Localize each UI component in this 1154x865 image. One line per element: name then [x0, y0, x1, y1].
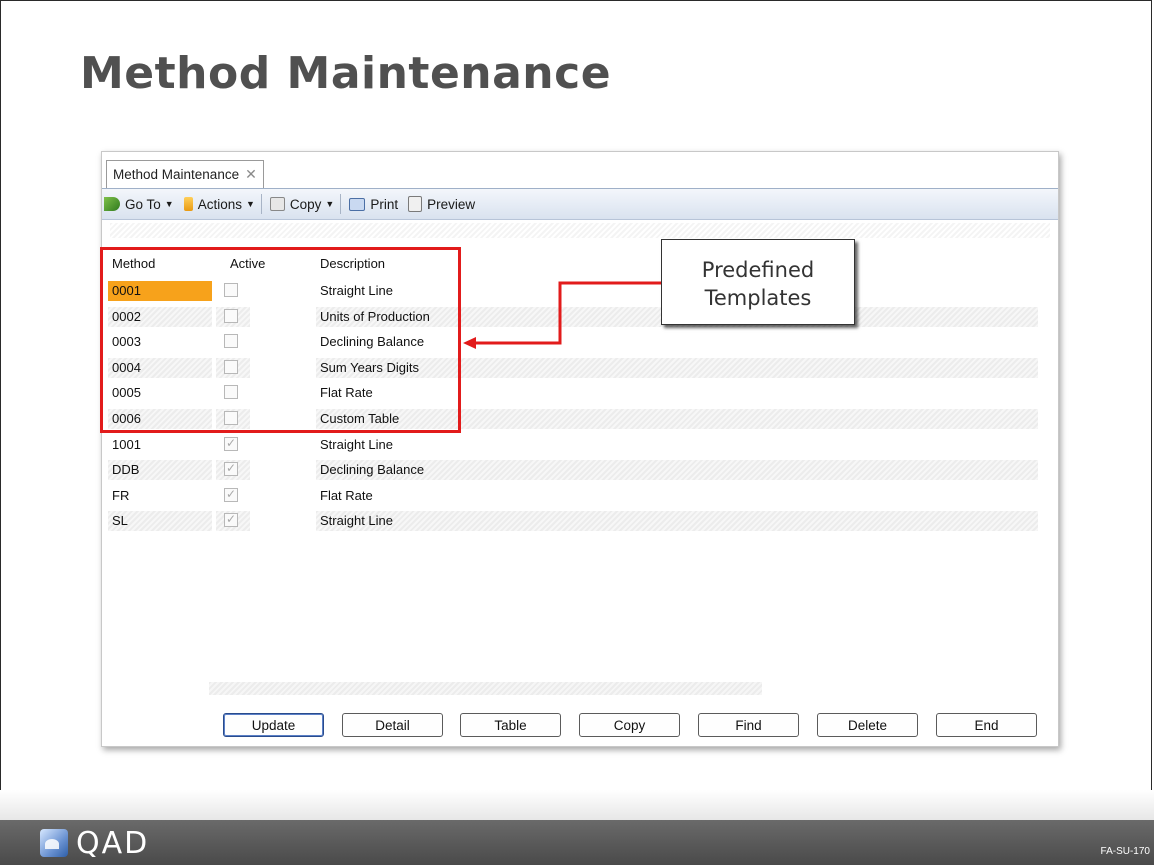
- description-cell[interactable]: Straight Line: [316, 435, 1038, 455]
- qad-logo-icon: [40, 829, 68, 857]
- tab-label: Method Maintenance: [113, 167, 240, 182]
- copy-button[interactable]: Copy: [579, 713, 680, 737]
- end-button[interactable]: End: [936, 713, 1037, 737]
- find-button[interactable]: Find: [698, 713, 799, 737]
- active-checkbox[interactable]: [224, 308, 238, 323]
- update-button[interactable]: Update: [223, 713, 324, 737]
- description-cell[interactable]: Declining Balance: [316, 460, 1038, 481]
- toolbar-separator: [260, 194, 262, 214]
- active-checkbox[interactable]: [224, 436, 238, 451]
- button-bar: Update Detail Table Copy Find Delete End: [102, 713, 1058, 737]
- filter-strip: [110, 223, 1050, 238]
- actions-menu[interactable]: Actions ▼: [183, 196, 255, 212]
- grid-header: Method Active Description: [104, 256, 1042, 278]
- active-checkbox[interactable]: [224, 359, 238, 374]
- method-cell[interactable]: SL: [108, 511, 212, 532]
- description-cell[interactable]: Custom Table: [316, 408, 1038, 429]
- callout-line-2: Templates: [704, 286, 812, 310]
- table-row[interactable]: 0003 Declining Balance: [104, 329, 1042, 355]
- detail-button[interactable]: Detail: [342, 713, 443, 737]
- copy-label: Copy: [289, 196, 322, 212]
- preview-icon: [408, 196, 423, 212]
- method-cell[interactable]: 1001: [108, 435, 212, 455]
- preview-button[interactable]: Preview: [408, 196, 475, 212]
- method-cell[interactable]: 0002: [108, 306, 212, 327]
- delete-button[interactable]: Delete: [817, 713, 918, 737]
- table-row[interactable]: FR Flat Rate: [104, 483, 1042, 509]
- actions-label: Actions: [197, 196, 242, 212]
- method-cell[interactable]: 0005: [108, 383, 212, 403]
- description-cell[interactable]: Flat Rate: [316, 486, 1038, 506]
- table-row[interactable]: 0001 Straight Line: [104, 278, 1042, 304]
- method-cell[interactable]: 0003: [108, 332, 212, 352]
- method-cell[interactable]: 0006: [108, 408, 212, 429]
- callout-box: Predefined Templates: [661, 239, 855, 325]
- table-row[interactable]: 1001 Straight Line: [104, 432, 1042, 458]
- slide-code: FA-SU-170: [1100, 846, 1150, 857]
- qad-logo: QAD: [40, 825, 150, 861]
- print-label: Print: [370, 196, 399, 212]
- preview-label: Preview: [427, 196, 476, 212]
- active-checkbox[interactable]: [224, 283, 238, 297]
- goto-menu[interactable]: Go To ▼: [104, 197, 174, 212]
- lightning-icon: [183, 197, 193, 211]
- active-checkbox[interactable]: [224, 410, 238, 425]
- horizontal-scrollbar[interactable]: [209, 682, 762, 695]
- chevron-down-icon: ▼: [164, 199, 174, 209]
- qad-logo-text: QAD: [76, 825, 150, 861]
- description-cell[interactable]: Straight Line: [316, 511, 1038, 532]
- print-button[interactable]: Print: [349, 197, 398, 212]
- column-header-active[interactable]: Active: [230, 256, 280, 271]
- method-cell[interactable]: 0001: [108, 281, 212, 301]
- slide-title: Method Maintenance: [80, 48, 612, 99]
- method-cell[interactable]: FR: [108, 486, 212, 506]
- table-row[interactable]: SL Straight Line: [104, 508, 1042, 534]
- table-row[interactable]: DDB Declining Balance: [104, 457, 1042, 483]
- table-row[interactable]: 0006 Custom Table: [104, 406, 1042, 432]
- toolbar-separator: [340, 194, 342, 214]
- goto-label: Go To: [125, 196, 161, 212]
- active-checkbox[interactable]: [224, 385, 238, 400]
- active-checkbox[interactable]: [224, 334, 238, 349]
- callout-line-1: Predefined: [701, 258, 815, 282]
- printer-icon: [349, 197, 366, 211]
- column-header-method[interactable]: Method: [112, 256, 212, 271]
- method-maintenance-window: Method Maintenance ✕ Go To ▼ Actions ▼ C…: [101, 151, 1059, 747]
- table-button[interactable]: Table: [460, 713, 561, 737]
- active-checkbox[interactable]: [224, 461, 238, 477]
- active-checkbox[interactable]: [224, 512, 238, 528]
- table-row[interactable]: 0005 Flat Rate: [104, 380, 1042, 406]
- method-cell[interactable]: DDB: [108, 460, 212, 481]
- toolbar: Go To ▼ Actions ▼ Copy ▼ Print Preview: [102, 188, 1058, 220]
- table-row[interactable]: 0004 Sum Years Digits: [104, 355, 1042, 381]
- copy-icon: [269, 197, 285, 211]
- methods-grid: Method Active Description 0001 Straight …: [104, 256, 1042, 534]
- close-icon[interactable]: ✕: [245, 166, 257, 183]
- footer-fade: [0, 790, 1154, 820]
- method-cell[interactable]: 0004: [108, 357, 212, 378]
- chevron-down-icon: ▼: [325, 199, 335, 209]
- description-cell[interactable]: Sum Years Digits: [316, 357, 1038, 378]
- description-cell[interactable]: Declining Balance: [316, 332, 1038, 352]
- copy-menu[interactable]: Copy ▼: [269, 196, 335, 212]
- active-checkbox[interactable]: [224, 487, 238, 502]
- goto-icon: [104, 197, 120, 211]
- footer-bar: [0, 820, 1154, 865]
- tab-method-maintenance[interactable]: Method Maintenance ✕: [106, 160, 264, 188]
- chevron-down-icon: ▼: [245, 199, 255, 209]
- table-row[interactable]: 0002 Units of Production: [104, 304, 1042, 330]
- description-cell[interactable]: Flat Rate: [316, 383, 1038, 403]
